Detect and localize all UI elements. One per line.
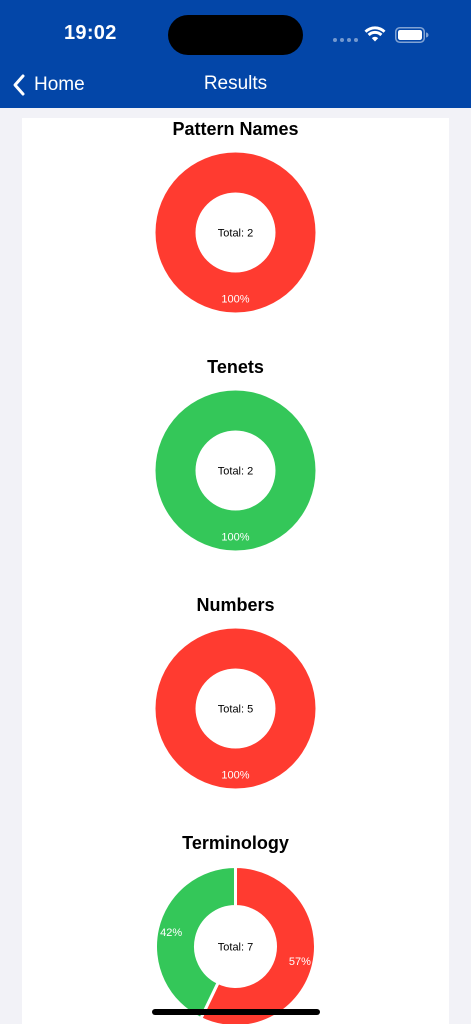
donut-chart: 100% Total: 5 xyxy=(155,628,316,789)
back-button-label: Home xyxy=(34,74,85,95)
results-scroll-view[interactable]: Pattern Names 100% Total: 2 Tenets 100% To… xyxy=(22,118,449,1024)
chart-title: Pattern Names xyxy=(172,119,299,139)
slice-percent-label: 100% xyxy=(221,294,249,306)
nav-header: 19:02 Home Results xyxy=(0,0,471,108)
donut-chart: 100% Total: 2 xyxy=(155,390,316,551)
chart-pattern-names: Pattern Names 100% Total: 2 xyxy=(22,119,449,319)
donut-center-total: Total: 7 xyxy=(218,942,253,954)
donut-chart: 57% 42% Total: 7 xyxy=(155,866,316,1024)
slice-percent-label: 42% xyxy=(160,927,182,939)
donut-chart: 100% Total: 2 xyxy=(155,152,316,313)
home-indicator xyxy=(152,1009,320,1015)
cellular-signal-icon xyxy=(333,38,358,42)
dynamic-island xyxy=(168,15,303,55)
slice-percent-label: 57% xyxy=(289,956,311,968)
wifi-icon xyxy=(364,26,386,42)
chart-tenets: Tenets 100% Total: 2 xyxy=(22,357,449,557)
donut-center-total: Total: 2 xyxy=(218,466,253,478)
slice-percent-label: 100% xyxy=(221,770,249,782)
donut-center-total: Total: 2 xyxy=(218,228,253,240)
chart-title: Tenets xyxy=(207,357,264,377)
chart-numbers: Numbers 100% Total: 5 xyxy=(22,595,449,795)
back-button[interactable]: Home xyxy=(12,70,85,100)
chart-terminology: Terminology 57% 42% Total: 7 xyxy=(22,833,449,1024)
slice-percent-label: 100% xyxy=(221,532,249,544)
donut-center-total: Total: 5 xyxy=(218,704,253,716)
chart-title: Numbers xyxy=(196,595,275,615)
chart-title: Terminology xyxy=(182,833,289,853)
battery-icon xyxy=(395,27,429,43)
chevron-left-icon xyxy=(13,74,25,96)
status-time: 19:02 xyxy=(64,22,117,44)
